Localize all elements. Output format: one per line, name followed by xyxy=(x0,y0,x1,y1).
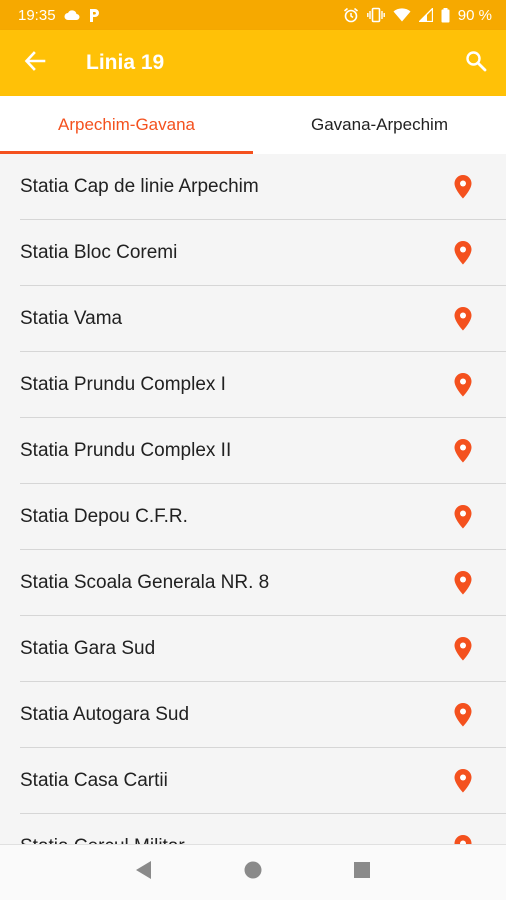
map-pin-icon[interactable] xyxy=(454,240,472,265)
back-button[interactable] xyxy=(0,30,70,96)
list-item[interactable]: Statia Casa Cartii xyxy=(20,748,506,814)
map-pin-icon[interactable] xyxy=(454,504,472,529)
list-item[interactable]: Statia Autogara Sud xyxy=(20,682,506,748)
list-item[interactable]: Statia Prundu Complex II xyxy=(20,418,506,484)
page-title: Linia 19 xyxy=(86,51,165,74)
list-item[interactable]: Statia Bloc Coremi xyxy=(20,220,506,286)
map-pin-icon[interactable] xyxy=(454,306,472,331)
app-bar: Linia 19 xyxy=(0,30,506,96)
list-item[interactable]: Statia Vama xyxy=(20,286,506,352)
station-name: Statia Prundu Complex I xyxy=(20,373,226,395)
station-name: Statia Casa Cartii xyxy=(20,769,168,791)
battery-percent: 90 % xyxy=(457,6,492,24)
parking-icon xyxy=(88,8,100,23)
map-pin-icon[interactable] xyxy=(454,372,472,397)
list-item[interactable]: Statia Scoala Generala NR. 8 xyxy=(20,550,506,616)
list-item[interactable]: Statia Prundu Complex I xyxy=(20,352,506,418)
system-nav-bar xyxy=(0,844,506,900)
home-circle-icon xyxy=(243,860,263,885)
list-item[interactable]: Statia Gara Sud xyxy=(20,616,506,682)
status-time: 19:35 xyxy=(18,6,56,24)
arrow-left-icon xyxy=(24,50,46,77)
list-item[interactable]: Statia Depou C.F.R. xyxy=(20,484,506,550)
map-pin-icon[interactable] xyxy=(454,570,472,595)
station-name: Statia Gara Sud xyxy=(20,637,156,659)
nav-back-button[interactable] xyxy=(124,853,164,893)
tab-arpechim-gavana[interactable]: Arpechim-Gavana xyxy=(0,96,253,154)
status-bar: 19:35 90 % xyxy=(0,0,506,30)
map-pin-icon[interactable] xyxy=(454,174,472,199)
map-pin-icon[interactable] xyxy=(454,636,472,661)
list-item[interactable]: Statia Cercul Militar xyxy=(20,814,506,844)
nav-home-button[interactable] xyxy=(233,853,273,893)
station-name: Statia Bloc Coremi xyxy=(20,241,178,263)
station-name: Statia Cap de linie Arpechim xyxy=(20,175,259,197)
station-name: Statia Scoala Generala NR. 8 xyxy=(20,571,270,593)
tab-label: Arpechim-Gavana xyxy=(57,115,195,134)
status-right: 90 % xyxy=(343,7,492,24)
station-list[interactable]: Statia Cap de linie Arpechim Statia Bloc … xyxy=(0,154,506,844)
map-pin-icon[interactable] xyxy=(454,768,472,793)
station-name: Statia Cercul Militar xyxy=(20,836,185,845)
search-button[interactable] xyxy=(446,30,506,96)
station-name: Statia Prundu Complex II xyxy=(20,439,232,461)
signal-icon xyxy=(418,8,433,22)
map-pin-icon[interactable] xyxy=(454,438,472,463)
recents-square-icon xyxy=(353,861,371,884)
list-item[interactable]: Statia Cap de linie Arpechim xyxy=(20,154,506,220)
map-pin-icon[interactable] xyxy=(454,834,472,844)
station-name: Statia Autogara Sud xyxy=(20,703,190,725)
cloud-icon xyxy=(64,9,80,21)
search-icon xyxy=(465,50,487,77)
tab-label: Gavana-Arpechim xyxy=(310,115,448,134)
station-name: Statia Depou C.F.R. xyxy=(20,505,188,527)
alarm-icon xyxy=(343,7,359,23)
status-left: 19:35 xyxy=(18,7,100,24)
wifi-icon xyxy=(393,8,411,22)
nav-recents-button[interactable] xyxy=(342,853,382,893)
back-triangle-icon xyxy=(135,860,153,885)
station-name: Statia Vama xyxy=(20,307,123,329)
vibrate-icon xyxy=(366,7,385,23)
direction-tabs: Arpechim-Gavana Gavana-Arpechim xyxy=(0,96,506,154)
map-pin-icon[interactable] xyxy=(454,702,472,727)
tab-gavana-arpechim[interactable]: Gavana-Arpechim xyxy=(253,96,506,154)
battery-icon xyxy=(441,7,450,23)
